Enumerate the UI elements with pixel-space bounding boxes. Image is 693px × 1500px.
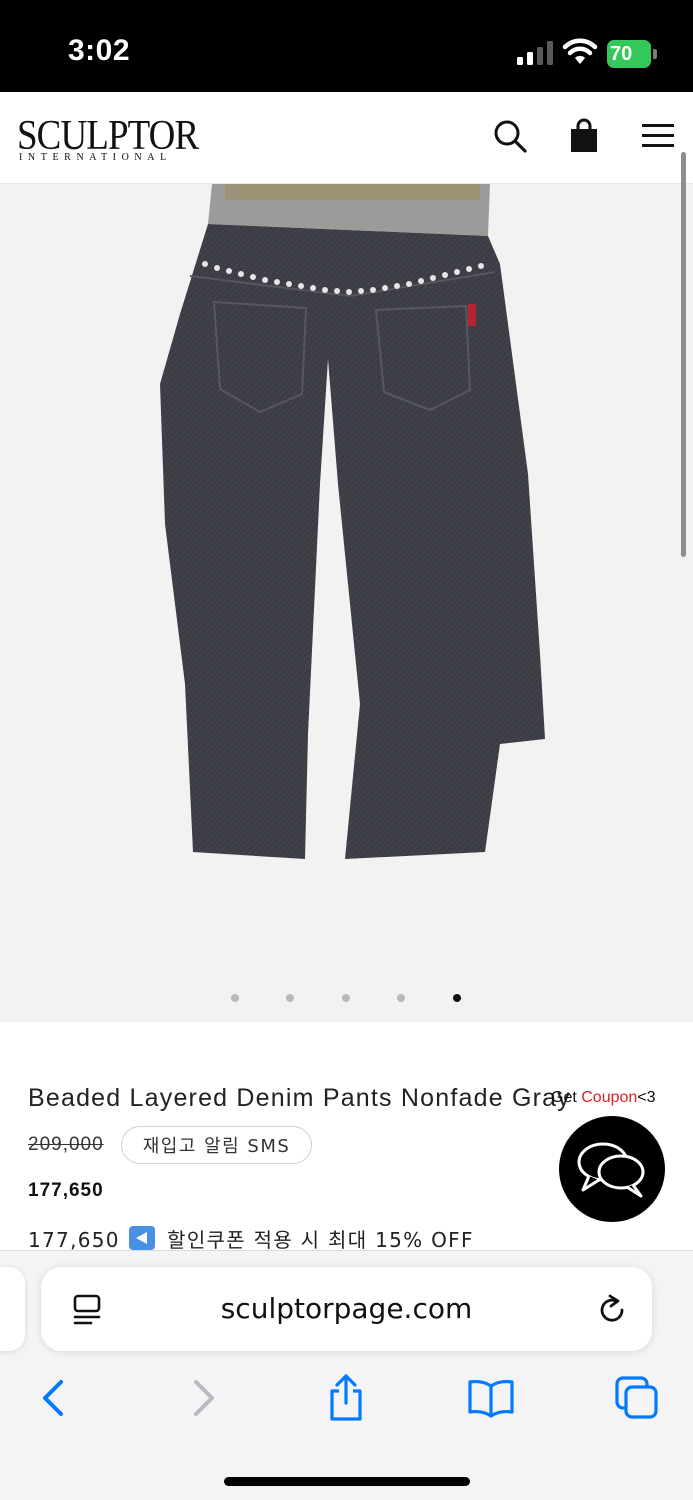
page-scrollbar[interactable] [681, 152, 686, 557]
jeans-product-photo [160, 184, 545, 859]
carousel-dot[interactable] [231, 994, 239, 1002]
get-coupon-link[interactable]: Get Coupon<3 [551, 1089, 656, 1107]
sale-price: 177,650 [28, 1180, 104, 1201]
product-name: Beaded Layered Denim Pants Nonfade Gray [28, 1084, 571, 1112]
address-bar[interactable]: sculptorpage.com [41, 1267, 652, 1351]
product-image[interactable] [0, 184, 693, 1022]
coupon-suffix: <3 [637, 1089, 656, 1106]
home-indicator [224, 1477, 470, 1486]
search-icon[interactable] [488, 114, 532, 158]
carousel-dots [0, 994, 693, 1006]
shopping-bag-icon[interactable] [562, 114, 606, 158]
previous-tab-preview[interactable] [0, 1267, 25, 1351]
battery-level: 70 [610, 43, 633, 65]
back-icon[interactable] [29, 1373, 79, 1423]
menu-icon[interactable] [636, 114, 680, 158]
back-arrow-emoji-icon [129, 1226, 156, 1250]
site-header: SCULPTOR INTERNATIONAL [0, 92, 693, 184]
battery-charging-icon: 70 [607, 40, 657, 68]
wifi-icon [562, 38, 598, 64]
original-price: 209,000 [28, 1134, 104, 1155]
forward-icon[interactable] [178, 1373, 228, 1423]
bookmarks-icon[interactable] [466, 1373, 516, 1423]
carousel-dot[interactable] [286, 994, 294, 1002]
coupon-discount-line: 177,650 할인쿠폰 적용 시 최대 15% OFF [28, 1224, 474, 1253]
carousel-dot[interactable] [342, 994, 350, 1002]
coupon-word: Coupon [581, 1089, 638, 1106]
logo-subtitle: INTERNATIONAL [19, 152, 172, 163]
chat-button[interactable] [559, 1116, 665, 1222]
coupon-price: 177,650 [28, 1228, 120, 1252]
status-time: 3:02 [68, 34, 131, 67]
reload-icon[interactable] [596, 1293, 628, 1327]
tabs-icon[interactable] [612, 1373, 662, 1423]
site-logo[interactable]: SCULPTOR INTERNATIONAL [17, 114, 199, 163]
url-text: sculptorpage.com [220, 1292, 473, 1325]
chat-bubbles-icon [577, 1142, 645, 1198]
restock-sms-button[interactable]: 재입고 알림 SMS [121, 1126, 312, 1164]
browser-toolbar: sculptorpage.com [0, 1250, 693, 1500]
carousel-dot[interactable] [397, 994, 405, 1002]
status-bar: 3:02 70 [0, 0, 693, 92]
coupon-prefix: Get [551, 1089, 582, 1106]
signal-icon [517, 41, 553, 65]
coupon-discount-text: 할인쿠폰 적용 시 최대 15% OFF [167, 1228, 474, 1252]
carousel-dot-active[interactable] [453, 994, 461, 1002]
share-icon[interactable] [321, 1373, 371, 1423]
